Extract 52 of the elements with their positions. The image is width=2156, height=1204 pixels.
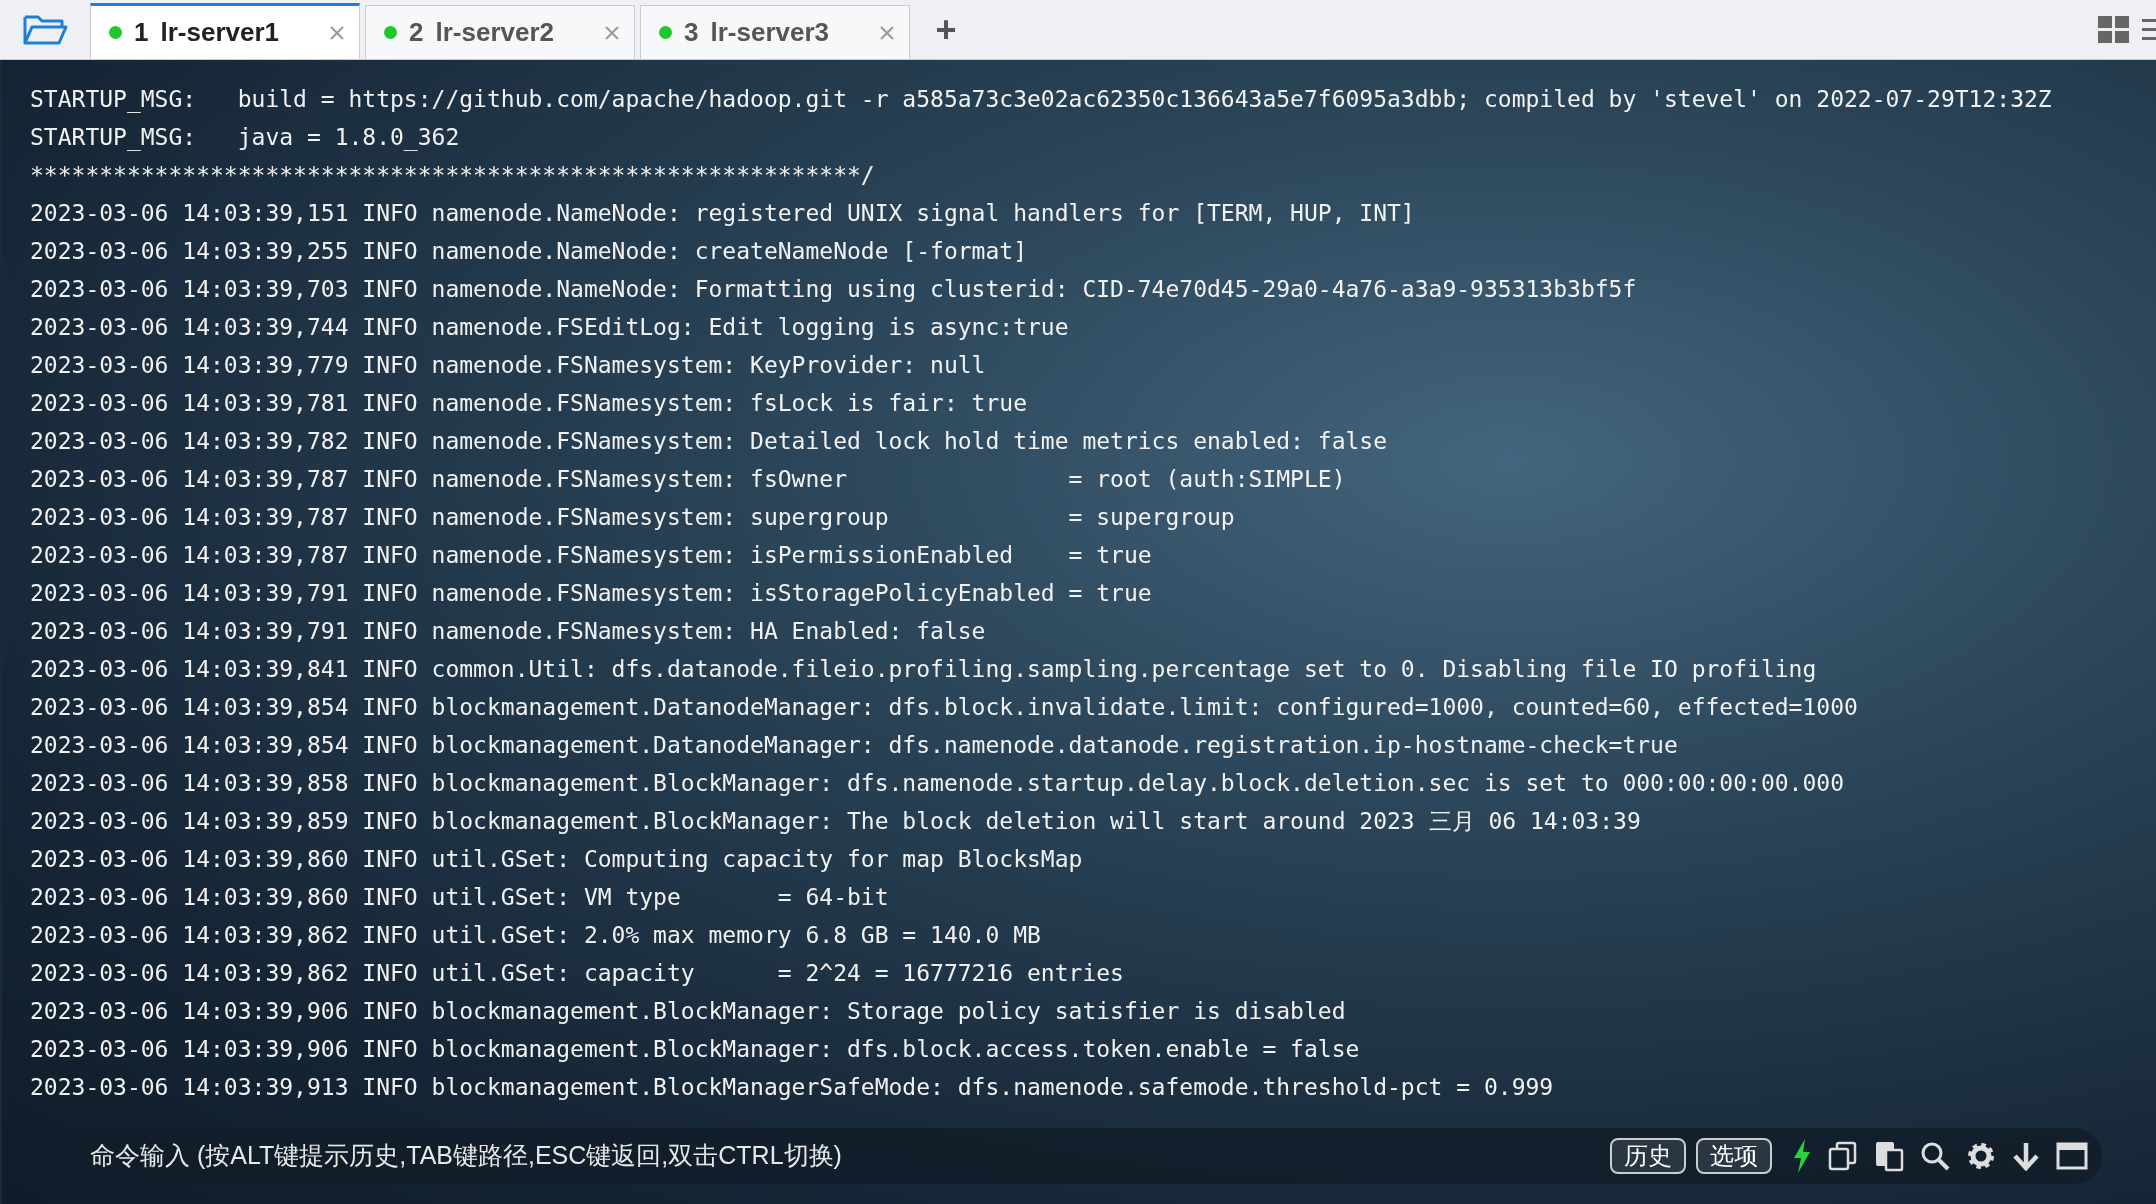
terminal-line: 2023-03-06 14:03:39,860 INFO util.GSet: Computing capacity for map BlocksMap bbox=[30, 845, 1083, 874]
tab[interactable]: 2 lr-server2 bbox=[365, 5, 635, 59]
tab-number: 1 bbox=[134, 16, 149, 49]
command-bar-button[interactable]: 历史 bbox=[1610, 1138, 1686, 1174]
tab-number: 3 bbox=[684, 16, 699, 49]
tab[interactable]: 3 lr-server3 bbox=[640, 5, 910, 59]
command-input[interactable]: 命令输入 (按ALT键提示历史,TAB键路径,ESC键返回,双击CTRL切换) bbox=[90, 1137, 1610, 1175]
tab[interactable]: 1 lr-server1 bbox=[90, 3, 360, 59]
terminal-line: STARTUP_MSG: java = 1.8.0_362 bbox=[30, 123, 460, 153]
terminal-line: 2023-03-06 14:03:39,862 INFO util.GSet: 2.0% max memory 6.8 GB = 140.0 MB bbox=[30, 921, 1041, 950]
terminal-line: 2023-03-06 14:03:39,854 INFO blockmanagement.DatanodeManager: dfs.block.invalidate.limit: configured=1000, counted=60, effected=1000 bbox=[30, 693, 1858, 722]
terminal-line: 2023-03-06 14:03:39,862 INFO util.GSet: capacity = 2^24 = 16777216 entries bbox=[30, 959, 1124, 988]
terminal-line: 2023-03-06 14:03:39,779 INFO namenode.FSNamesystem: KeyProvider: null bbox=[30, 351, 986, 380]
terminal-line: 2023-03-06 14:03:39,906 INFO blockmanagement.BlockManager: Storage policy satisfier is disabled bbox=[30, 997, 1346, 1026]
terminal-line: 2023-03-06 14:03:39,791 INFO namenode.FSNamesystem: HA Enabled: false bbox=[30, 617, 986, 646]
terminal-line: 2023-03-06 14:03:39,913 INFO blockmanagement.BlockManagerSafeMode: dfs.namenode.safemode.threshold-pct = 0.999 bbox=[30, 1073, 1554, 1102]
terminal-line: 2023-03-06 14:03:39,255 INFO namenode.NameNode: createNameNode [-format] bbox=[30, 237, 1027, 266]
terminal-line: 2023-03-06 14:03:39,791 INFO namenode.FSNamesystem: isStoragePolicyEnabled = true bbox=[30, 579, 1152, 608]
terminal-line: 2023-03-06 14:03:39,744 INFO namenode.FSEditLog: Edit logging is async:true bbox=[30, 313, 1069, 342]
tab-number: 2 bbox=[409, 16, 424, 49]
menu-icon[interactable] bbox=[2142, 16, 2156, 43]
terminal-line: 2023-03-06 14:03:39,782 INFO namenode.FSNamesystem: Detailed lock hold time metrics enabled: false bbox=[30, 427, 1388, 456]
terminal-line: ************************************************************/ bbox=[30, 161, 875, 190]
lightning-icon[interactable] bbox=[1792, 1139, 1812, 1173]
download-arrow-icon[interactable] bbox=[2012, 1141, 2040, 1171]
terminal-line: 2023-03-06 14:03:39,841 INFO common.Util: dfs.datanode.fileio.profiling.sampling.percentage set to 0. Disabling file IO profiling bbox=[30, 655, 1817, 684]
copy-icon[interactable] bbox=[1828, 1141, 1858, 1171]
terminal-line: 2023-03-06 14:03:39,858 INFO blockmanagement.BlockManager: dfs.namenode.startup.delay.block.deletion.sec is set to 000:00:00:00.000 bbox=[30, 769, 1844, 798]
settings-icon[interactable] bbox=[1966, 1141, 1996, 1171]
search-icon[interactable] bbox=[1920, 1141, 1950, 1171]
tab-title: lr-server3 bbox=[710, 16, 830, 49]
close-icon[interactable] bbox=[604, 24, 620, 41]
paste-icon[interactable] bbox=[1874, 1140, 1904, 1172]
terminal-line: 2023-03-06 14:03:39,860 INFO util.GSet: VM type = 64-bit bbox=[30, 883, 889, 912]
terminal-line: 2023-03-06 14:03:39,151 INFO namenode.NameNode: registered UNIX signal handlers for [TERM, HUP, INT] bbox=[30, 199, 1415, 228]
terminal-line: 2023-03-06 14:03:39,854 INFO blockmanagement.DatanodeManager: dfs.namenode.datanode.registration.ip-hostname-check=true bbox=[30, 731, 1678, 760]
terminal-line: 2023-03-06 14:03:39,906 INFO blockmanagement.BlockManager: dfs.block.access.token.enable = false bbox=[30, 1035, 1360, 1064]
terminal-line: 2023-03-06 14:03:39,703 INFO namenode.NameNode: Formatting using clusterid: CID-74e70d45-29a0-4a76-a3a9-935313b3bf5f bbox=[30, 275, 1637, 304]
tab-title: lr-server1 bbox=[160, 16, 280, 49]
terminal-line: 2023-03-06 14:03:39,781 INFO namenode.FSNamesystem: fsLock is fair: true bbox=[30, 389, 1027, 418]
terminal-line: 2023-03-06 14:03:39,787 INFO namenode.FSNamesystem: supergroup = supergroup bbox=[30, 503, 1235, 532]
window-icon[interactable] bbox=[2056, 1142, 2088, 1170]
close-icon[interactable] bbox=[879, 24, 895, 41]
new-tab-button[interactable]: + bbox=[926, 11, 966, 48]
tab-title: lr-server2 bbox=[435, 16, 555, 49]
grid-icon[interactable] bbox=[2098, 15, 2130, 44]
terminal-line: 2023-03-06 14:03:39,787 INFO namenode.FSNamesystem: isPermissionEnabled = true bbox=[30, 541, 1152, 570]
terminal-line: 2023-03-06 14:03:39,787 INFO namenode.FSNamesystem: fsOwner = root (auth:SIMPLE) bbox=[30, 465, 1346, 494]
terminal-line: STARTUP_MSG: build = https://github.com/apache/hadoop.git -r a585a73c3e02ac62350c136643a5e7f6095a3dbb; compiled by 'stevel' on 2022-07-29T12:32Z bbox=[30, 85, 2052, 115]
close-icon[interactable] bbox=[329, 24, 345, 41]
terminal-line: 2023-03-06 14:03:39,859 INFO blockmanagement.BlockManager: The block deletion will start around 2023 三月 06 14:03:39 bbox=[30, 807, 1641, 836]
command-bar-button[interactable]: 选项 bbox=[1696, 1138, 1772, 1174]
